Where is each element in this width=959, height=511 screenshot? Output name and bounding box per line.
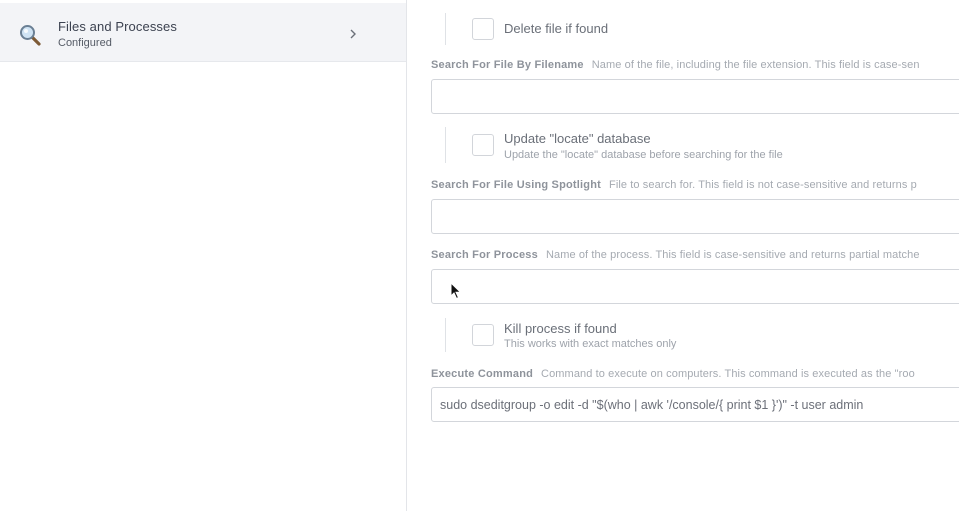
- sidebar-item-files-and-processes[interactable]: Files and Processes Configured: [0, 3, 406, 62]
- field-help-text: Command to execute on computers. This co…: [541, 368, 915, 380]
- kill-process-help: This works with exact matches only: [504, 338, 677, 350]
- search-by-filename-label: Search For File By Filename Name of the f…: [431, 59, 920, 71]
- delete-file-checkbox[interactable]: [472, 18, 494, 40]
- search-by-filename-input[interactable]: [431, 79, 959, 114]
- indent-rail: [445, 318, 446, 352]
- field-label-text: Search For Process: [431, 249, 538, 261]
- sidebar: Files and Processes Configured: [0, 0, 407, 511]
- kill-process-checkbox[interactable]: [472, 324, 494, 346]
- delete-file-label: Delete file if found: [504, 21, 609, 36]
- search-spotlight-input[interactable]: [431, 199, 959, 234]
- update-locate-label: Update "locate" database: [504, 131, 651, 146]
- sidebar-item-status: Configured: [58, 37, 112, 49]
- indent-rail: [445, 13, 446, 45]
- update-locate-row: Update "locate" database Update the "loc…: [445, 127, 959, 163]
- kill-process-row: Kill process if found This works with ex…: [445, 318, 959, 352]
- search-process-label: Search For Process Name of the process. T…: [431, 249, 920, 261]
- delete-file-row: Delete file if found: [445, 13, 959, 45]
- field-help-text: Name of the file, including the file ext…: [591, 59, 920, 71]
- field-label-text: Execute Command: [431, 368, 534, 380]
- kill-process-label: Kill process if found: [504, 321, 617, 336]
- settings-form: Delete file if found Search For File By …: [407, 0, 959, 511]
- mouse-cursor-icon: [450, 281, 462, 300]
- field-label-text: Search For File By Filename: [431, 59, 584, 71]
- field-help-text: Name of the process. This field is case-…: [545, 249, 920, 261]
- execute-command-label: Execute Command Command to execute on com…: [431, 368, 915, 380]
- sidebar-item-title: Files and Processes: [58, 19, 177, 34]
- field-label-text: Search For File Using Spotlight: [431, 179, 601, 191]
- indent-rail: [445, 127, 446, 163]
- update-locate-checkbox[interactable]: [472, 134, 494, 156]
- search-spotlight-label: Search For File Using Spotlight File to s…: [431, 179, 917, 191]
- field-help-text: File to search for. This field is not ca…: [609, 179, 917, 191]
- chevron-right-icon: [348, 27, 358, 39]
- app-window: Files and Processes Configured Delete fi…: [0, 0, 959, 511]
- search-process-input[interactable]: [431, 269, 959, 304]
- update-locate-help: Update the "locate" database before sear…: [504, 149, 783, 161]
- search-icon: [19, 24, 41, 46]
- execute-command-input[interactable]: [431, 387, 959, 422]
